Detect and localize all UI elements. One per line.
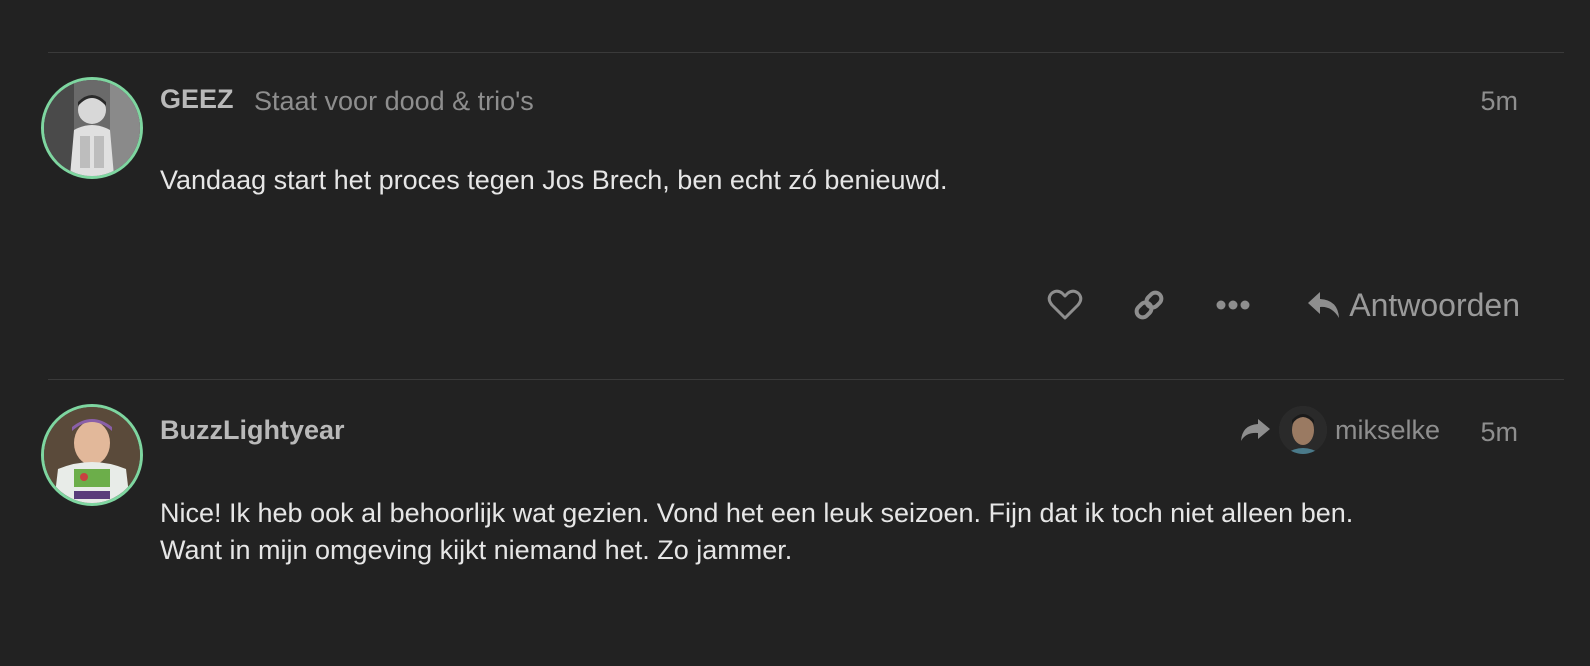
ellipsis-icon <box>1216 300 1250 310</box>
copy-link-button[interactable] <box>1121 280 1177 330</box>
reply-button-label: Antwoorden <box>1349 286 1520 323</box>
avatar-image <box>1278 406 1327 454</box>
post-divider <box>48 52 1564 53</box>
like-button[interactable] <box>1037 280 1093 330</box>
post-divider <box>48 379 1564 380</box>
post-paragraph: Nice! Ik heb ook al behoorlijk wat gezie… <box>160 498 1354 528</box>
avatar-image <box>44 407 140 503</box>
reply-to-indicator[interactable]: mikselke <box>1239 406 1440 454</box>
share-arrow-icon <box>1240 419 1270 441</box>
post-paragraph: Vandaag start het proces tegen Jos Brech… <box>160 165 948 195</box>
post-username[interactable]: GEEZ <box>160 84 234 115</box>
post-body: Nice! Ik heb ook al behoorlijk wat gezie… <box>160 495 1520 569</box>
heart-icon <box>1047 289 1083 320</box>
post-paragraph: Want in mijn omgeving kijkt niemand het.… <box>160 535 793 565</box>
post-timestamp[interactable]: 5m <box>1480 86 1518 117</box>
link-icon <box>1134 290 1164 320</box>
reply-icon <box>1308 292 1340 318</box>
avatar-buzzlightyear[interactable] <box>41 404 143 506</box>
reply-to-username: mikselke <box>1334 414 1440 445</box>
post-timestamp[interactable]: 5m <box>1480 417 1518 448</box>
avatar-geez[interactable] <box>41 77 143 179</box>
post-stream: GEEZ Staat voor dood & trio's 5m Vandaag… <box>0 0 1590 666</box>
reply-to-avatar <box>1278 406 1327 454</box>
more-actions-button[interactable] <box>1205 280 1261 330</box>
post-username[interactable]: BuzzLightyear <box>160 415 345 446</box>
post-body: Vandaag start het proces tegen Jos Brech… <box>160 162 1520 199</box>
user-title: Staat voor dood & trio's <box>254 86 534 116</box>
reply-button[interactable]: Antwoorden <box>1307 287 1520 324</box>
avatar-image <box>44 80 140 176</box>
post-actions: Antwoorden <box>1009 280 1520 330</box>
